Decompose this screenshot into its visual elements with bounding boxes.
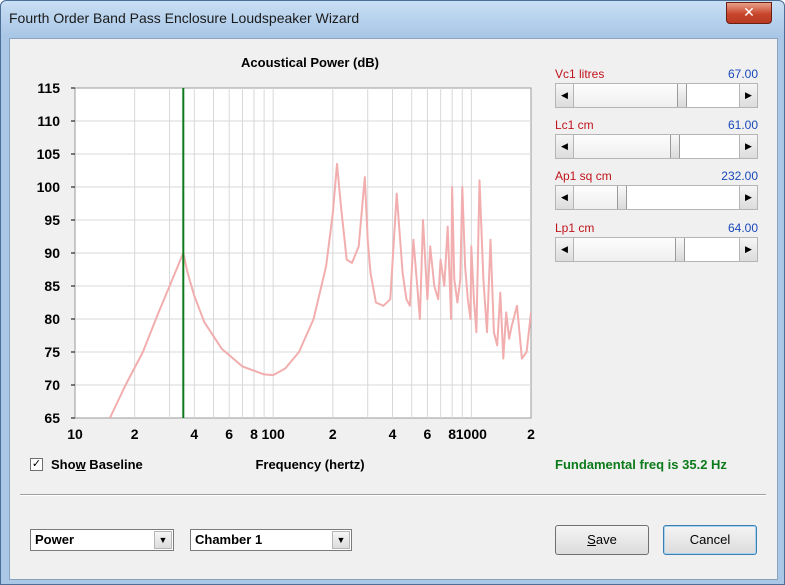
parameter-scrollbar[interactable]: ◀ ▶ [555, 83, 758, 108]
scrollbar-track[interactable] [574, 238, 675, 261]
y-tick-label: 90 [44, 245, 60, 261]
show-baseline-label: Show Baseline [51, 457, 143, 472]
save-button-label: Save [587, 532, 617, 547]
scrollbar-track[interactable] [574, 135, 670, 158]
x-tick-label: 6 [423, 426, 431, 442]
y-tick-label: 65 [44, 410, 60, 426]
x-tick-label: 2 [527, 426, 535, 442]
close-button[interactable]: ✕ [726, 2, 772, 24]
parameter-scrollbar[interactable]: ◀ ▶ [555, 134, 758, 159]
x-tick-label: 4 [389, 426, 397, 442]
x-tick-label: 1000 [456, 426, 487, 442]
slider-group: Lc1 cm 61.00 ◀ ▶ [555, 118, 758, 159]
scrollbar-thumb[interactable] [617, 186, 627, 209]
scroll-left-icon[interactable]: ◀ [556, 238, 574, 261]
chamber-select-value: Chamber 1 [195, 532, 263, 547]
show-baseline-checkbox[interactable]: ✓ [30, 458, 43, 471]
slider-label: Lc1 cm [555, 118, 594, 132]
window-title: Fourth Order Band Pass Enclosure Loudspe… [9, 10, 360, 26]
cancel-button[interactable]: Cancel [663, 525, 757, 555]
slider-value: 64.00 [727, 221, 758, 235]
x-axis-title: Frequency (hertz) [255, 457, 365, 472]
fundamental-frequency: Fundamental freq is 35.2 Hz [555, 457, 727, 472]
chevron-down-icon[interactable]: ▼ [154, 531, 172, 549]
scroll-left-icon[interactable]: ◀ [556, 84, 574, 107]
slider-value: 61.00 [727, 118, 758, 132]
x-tick-label: 2 [131, 426, 139, 442]
y-tick-label: 70 [44, 377, 60, 393]
parameter-scrollbar[interactable]: ◀ ▶ [555, 185, 758, 210]
y-tick-label: 105 [37, 146, 61, 162]
y-tick-label: 85 [44, 278, 60, 294]
scroll-left-icon[interactable]: ◀ [556, 135, 574, 158]
scroll-right-icon[interactable]: ▶ [739, 186, 757, 209]
acoustical-power-chart: 1151101051009590858075706510 2 4 6 8 100 2 4 6 8 1… [37, 80, 535, 442]
slider-value: 232.00 [721, 169, 758, 183]
x-tick-label: 2 [329, 426, 337, 442]
scrollbar-track[interactable] [574, 84, 677, 107]
y-tick-label: 115 [37, 80, 60, 96]
view-select-value: Power [35, 532, 75, 547]
slider-header: Lp1 cm 64.00 [555, 221, 758, 237]
x-tick-label: 6 [225, 426, 233, 442]
scroll-right-icon[interactable]: ▶ [739, 238, 757, 261]
save-button[interactable]: Save [555, 525, 649, 555]
slider-header: Ap1 sq cm 232.00 [555, 169, 758, 185]
client-area: Acoustical Power (dB) 115 110 105 100 95 90 85… [9, 38, 778, 580]
scrollbar-thumb[interactable] [670, 135, 680, 158]
x-tick-label: 100 [261, 426, 285, 442]
scrollbar-thumb[interactable] [677, 84, 687, 107]
slider-group: Vc1 litres 67.00 ◀ ▶ [555, 67, 758, 108]
x-tick-label: 4 [190, 426, 198, 442]
x-tick-label: 8 [250, 426, 258, 442]
x-tick-label: 10 [67, 426, 83, 442]
mnemonic-letter: w [75, 457, 86, 472]
y-tick-label: 80 [44, 311, 60, 327]
scroll-right-icon[interactable]: ▶ [739, 84, 757, 107]
scrollbar-track[interactable] [574, 186, 617, 209]
mnemonic-letter: S [587, 532, 596, 547]
chamber-select[interactable]: Chamber 1 ▼ [190, 529, 352, 551]
scroll-right-icon[interactable]: ▶ [739, 135, 757, 158]
slider-header: Vc1 litres 67.00 [555, 67, 758, 83]
parameter-scrollbar[interactable]: ◀ ▶ [555, 237, 758, 262]
separator-line [20, 494, 766, 496]
y-tick-label: 110 [37, 113, 60, 129]
chevron-down-icon[interactable]: ▼ [332, 531, 350, 549]
slider-label: Lp1 cm [555, 221, 595, 235]
view-select[interactable]: Power ▼ [30, 529, 174, 551]
show-baseline-option[interactable]: ✓ Show Baseline [30, 457, 143, 472]
slider-group: Lp1 cm 64.00 ◀ ▶ [555, 221, 758, 262]
wizard-window: Fourth Order Band Pass Enclosure Loudspe… [0, 0, 785, 585]
slider-value: 67.00 [727, 67, 758, 81]
title-bar[interactable]: Fourth Order Band Pass Enclosure Loudspe… [1, 1, 784, 37]
y-tick-label: 95 [44, 212, 60, 228]
y-tick-label: 75 [44, 344, 60, 360]
scrollbar-thumb[interactable] [675, 238, 685, 261]
y-tick-label: 100 [37, 179, 61, 195]
slider-group: Ap1 sq cm 232.00 ◀ ▶ [555, 169, 758, 210]
scroll-left-icon[interactable]: ◀ [556, 186, 574, 209]
slider-label: Ap1 sq cm [555, 169, 612, 183]
slider-label: Vc1 litres [555, 67, 605, 81]
slider-header: Lc1 cm 61.00 [555, 118, 758, 134]
